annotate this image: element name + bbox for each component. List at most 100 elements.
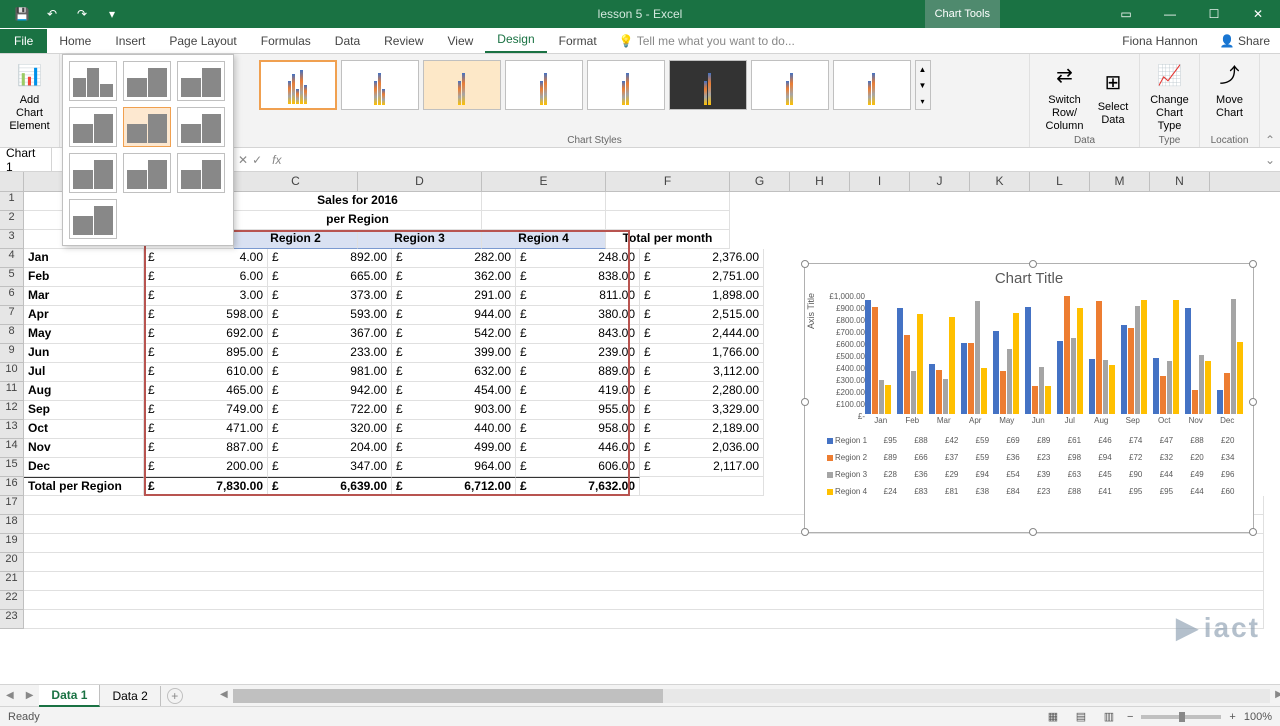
data-cell[interactable]: £499.00 [392,439,516,458]
chart-style-2[interactable] [341,60,419,110]
switch-row-column-button[interactable]: ⇄ Switch Row/ Column [1036,58,1093,136]
close-icon[interactable]: ✕ [1236,0,1280,28]
data-cell[interactable]: £722.00 [268,401,392,420]
data-cell[interactable]: £200.00 [144,458,268,477]
row-header[interactable]: 18 [0,515,24,534]
data-cell[interactable]: £598.00 [144,306,268,325]
row-header[interactable]: 10 [0,363,24,382]
data-cell[interactable]: £320.00 [268,420,392,439]
col-header[interactable]: G [730,172,790,191]
month-cell[interactable]: Jul [24,363,144,382]
select-data-button[interactable]: ⊞ Select Data [1093,58,1133,136]
row-header[interactable]: 11 [0,382,24,401]
scroll-left-icon[interactable]: ◀ [215,689,233,700]
month-cell[interactable]: Apr [24,306,144,325]
data-cell[interactable]: £632.00 [392,363,516,382]
col-header[interactable]: N [1150,172,1210,191]
minimize-icon[interactable]: — [1148,0,1192,28]
page-layout-view-icon[interactable]: ▤ [1071,709,1091,725]
month-cell[interactable]: Dec [24,458,144,477]
header-region4[interactable]: Region 4 [482,230,606,249]
chart-styles-more-icon[interactable]: ▾ [916,93,930,109]
data-cell[interactable]: £2,376.00 [640,249,764,268]
row-header[interactable]: 4 [0,249,24,268]
formula-input[interactable] [285,158,1260,162]
chart-style-7[interactable] [751,60,829,110]
month-cell[interactable]: Aug [24,382,144,401]
month-cell[interactable]: Mar [24,287,144,306]
tab-format[interactable]: Format [547,29,609,53]
data-cell[interactable]: £889.00 [516,363,640,382]
add-sheet-button[interactable]: + [167,688,183,704]
total-c[interactable]: £6,639.00 [268,477,392,496]
title-cell[interactable]: Sales for 2016 [234,192,482,211]
tab-data[interactable]: Data [323,29,372,53]
tab-home[interactable]: Home [47,29,103,53]
row-header[interactable]: 15 [0,458,24,477]
total-label[interactable]: Total per Region [24,477,144,496]
row-header[interactable]: 19 [0,534,24,553]
data-cell[interactable]: £446.00 [516,439,640,458]
header-total[interactable]: Total per month [606,230,730,249]
row-header[interactable]: 20 [0,553,24,572]
col-header[interactable]: E [482,172,606,191]
horizontal-scrollbar[interactable]: ◀ ▶ [233,689,1270,703]
tab-nav-next-icon[interactable]: ▶ [20,690,40,701]
data-cell[interactable]: £380.00 [516,306,640,325]
row-header[interactable]: 12 [0,401,24,420]
accept-formula-icon[interactable]: ✓ [252,153,262,167]
tab-file[interactable]: File [0,29,47,53]
data-cell[interactable]: £233.00 [268,344,392,363]
col-header[interactable]: H [790,172,850,191]
month-cell[interactable]: Nov [24,439,144,458]
chart-styles-up-icon[interactable]: ▲ [916,61,930,77]
col-header[interactable]: C [234,172,358,191]
data-cell[interactable]: £373.00 [268,287,392,306]
total-d[interactable]: £6,712.00 [392,477,516,496]
save-icon[interactable]: 💾 [10,4,34,24]
data-cell[interactable]: £204.00 [268,439,392,458]
layout-5[interactable] [123,107,171,147]
data-cell[interactable]: £471.00 [144,420,268,439]
data-cell[interactable]: £2,036.00 [640,439,764,458]
data-cell[interactable]: £4.00 [144,249,268,268]
subtitle-cell[interactable]: per Region [234,211,482,230]
tab-page-layout[interactable]: Page Layout [157,29,248,53]
data-cell[interactable]: £291.00 [392,287,516,306]
qat-customize-icon[interactable]: ▾ [100,4,124,24]
page-break-view-icon[interactable]: ▥ [1099,709,1119,725]
data-cell[interactable]: £843.00 [516,325,640,344]
row-header[interactable]: 17 [0,496,24,515]
zoom-level[interactable]: 100% [1244,711,1272,723]
chart-style-3[interactable] [423,60,501,110]
data-cell[interactable]: £3.00 [144,287,268,306]
zoom-out-icon[interactable]: − [1127,711,1133,723]
data-cell[interactable]: £419.00 [516,382,640,401]
data-cell[interactable]: £942.00 [268,382,392,401]
sheet-tab-data1[interactable]: Data 1 [39,685,100,707]
chart-object[interactable]: Chart Title Axis Title £1,000.00£900.00£… [804,263,1254,533]
chart-title[interactable]: Chart Title [805,264,1253,293]
row-header[interactable]: 7 [0,306,24,325]
header-region2[interactable]: Region 2 [234,230,358,249]
tab-formulas[interactable]: Formulas [249,29,323,53]
data-cell[interactable]: £895.00 [144,344,268,363]
expand-formula-bar-icon[interactable]: ⌄ [1260,153,1280,167]
col-header[interactable]: I [850,172,910,191]
data-cell[interactable]: £2,117.00 [640,458,764,477]
header-region3[interactable]: Region 3 [358,230,482,249]
data-cell[interactable]: £749.00 [144,401,268,420]
chart-style-4[interactable] [505,60,583,110]
fx-icon[interactable]: fx [268,153,285,167]
data-cell[interactable]: £347.00 [268,458,392,477]
sheet-tab-data2[interactable]: Data 2 [100,686,160,706]
col-header[interactable]: D [358,172,482,191]
tab-review[interactable]: Review [372,29,435,53]
data-cell[interactable]: £887.00 [144,439,268,458]
data-cell[interactable]: £692.00 [144,325,268,344]
row-header[interactable]: 2 [0,211,24,230]
layout-6[interactable] [177,107,225,147]
col-header[interactable]: M [1090,172,1150,191]
month-cell[interactable]: Oct [24,420,144,439]
data-cell[interactable]: £958.00 [516,420,640,439]
